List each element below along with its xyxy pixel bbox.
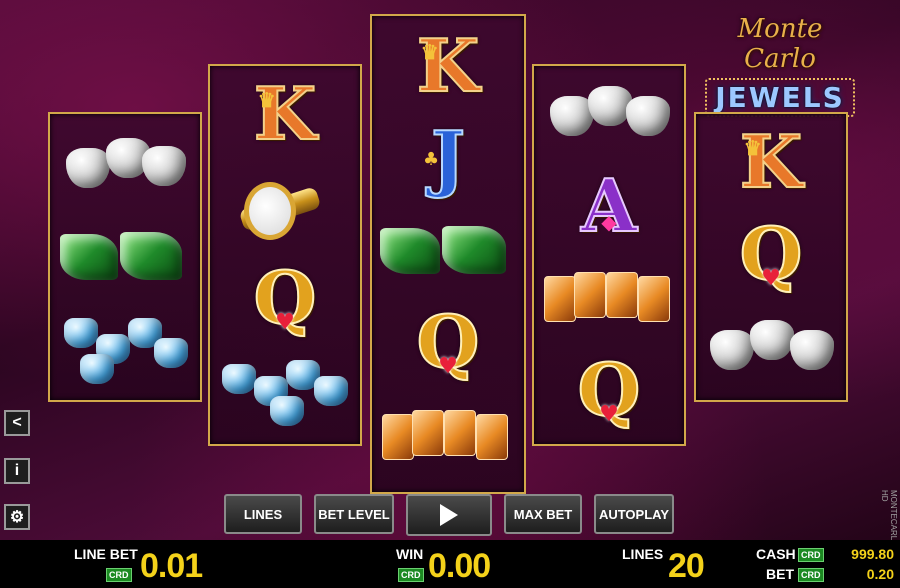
cash-crd-badge: CRD (798, 548, 824, 562)
line-bet-crd-badge: CRD (106, 568, 132, 582)
crown-icon: ♛ (257, 88, 276, 112)
win-label: WIN (396, 546, 424, 562)
queen-symbol: Q ♥ (372, 298, 524, 386)
ace-symbol: A ◆ (534, 162, 684, 250)
orange-gems-symbol (534, 254, 684, 342)
share-button[interactable]: < (4, 410, 30, 436)
reel-4: A ◆ Q ♥ (532, 64, 686, 446)
settings-icon: ⚙ (9, 509, 25, 526)
line-bet-value: 0.01 (140, 547, 203, 585)
gold-watch-symbol (210, 162, 360, 250)
lines-button-label: LINES (243, 506, 283, 522)
bet-crd-badge: CRD (798, 568, 824, 582)
queen-symbol: Q ♥ (696, 210, 846, 298)
cash-value: 999.80 (851, 546, 894, 562)
lines-value: 20 (668, 547, 705, 585)
game-logo: Monte Carlo JEWELS (700, 14, 860, 117)
line-bet-label: LINE BET (74, 546, 138, 562)
white-diamonds-symbol (50, 120, 200, 208)
club-icon: ♣ (422, 149, 440, 170)
bet-level-button[interactable]: BET LEVEL (314, 494, 394, 534)
crown-icon: ♛ (420, 40, 439, 64)
heart-gem-icon: ♥ (599, 401, 619, 427)
play-icon (440, 504, 458, 526)
white-diamonds-symbol (534, 70, 684, 158)
bet-level-button-label: BET LEVEL (318, 506, 390, 522)
lines-label: LINES (622, 546, 664, 562)
white-diamonds-symbol (696, 302, 846, 390)
win-value: 0.00 (428, 547, 491, 585)
bet-value: 0.20 (866, 566, 894, 582)
max-bet-button-label: MAX BET (513, 506, 573, 522)
reel-3: ♛ K ♣ J Q ♥ (370, 14, 526, 494)
share-icon: < (12, 414, 22, 431)
blue-diamonds-symbol (210, 346, 360, 434)
crown-icon: ♛ (743, 136, 762, 160)
blue-diamonds-symbol (50, 304, 200, 392)
queen-symbol: Q ♥ (534, 346, 684, 434)
cash-label: CASH (756, 546, 796, 562)
reel-2: ♛ K Q ♥ (208, 64, 362, 446)
king-symbol: ♛ K (210, 70, 360, 158)
reel-1 (48, 112, 202, 402)
green-emeralds-symbol (372, 206, 524, 294)
pink-gem-icon: ◆ (601, 210, 617, 234)
max-bet-button[interactable]: MAX BET (504, 494, 582, 534)
status-bar: LINE BET CRD 0.01 WIN CRD 0.00 LINES 20 … (0, 540, 900, 588)
autoplay-button[interactable]: AUTOPLAY (594, 494, 674, 534)
logo-script-text: Monte Carlo (737, 14, 823, 74)
spin-button[interactable] (406, 494, 492, 536)
jack-symbol: ♣ J (422, 115, 466, 200)
reel-5: ♛ K Q ♥ (694, 112, 848, 402)
orange-gems-symbol (372, 390, 524, 478)
settings-button[interactable]: ⚙ (4, 504, 30, 530)
info-icon: i (14, 462, 20, 479)
king-symbol: ♛ K (696, 118, 846, 206)
autoplay-button-label: AUTOPLAY (598, 506, 670, 522)
bet-label: BET (766, 566, 794, 582)
lines-button[interactable]: LINES (224, 494, 302, 534)
green-emeralds-symbol (50, 212, 200, 300)
king-symbol: ♛ K (372, 22, 524, 110)
queen-symbol: Q ♥ (210, 254, 360, 342)
info-button[interactable]: i (4, 458, 30, 484)
win-crd-badge: CRD (398, 568, 424, 582)
